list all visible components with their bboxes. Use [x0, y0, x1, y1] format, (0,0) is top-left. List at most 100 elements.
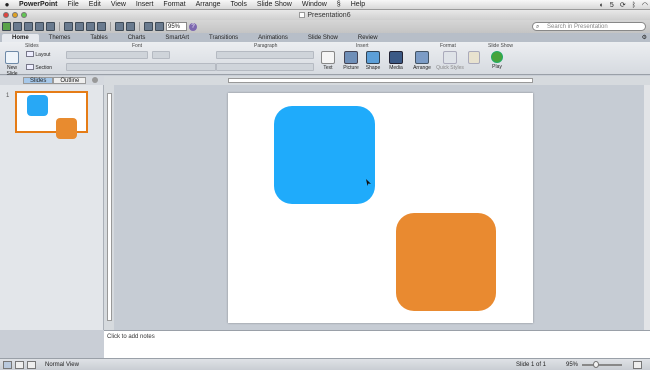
ruler-scale: [107, 93, 112, 321]
close-pane-icon[interactable]: [92, 77, 98, 83]
text-box-icon: [321, 51, 335, 64]
tab-smartart[interactable]: SmartArt: [155, 34, 199, 42]
menu-format[interactable]: Format: [158, 1, 190, 8]
insert-text-button[interactable]: Text: [318, 51, 338, 71]
insert-media-button[interactable]: Media: [386, 51, 406, 71]
tab-outline[interactable]: Outline: [53, 77, 87, 84]
thumbnail-blue-shape: [27, 95, 48, 116]
tab-slides[interactable]: Slides: [23, 77, 54, 84]
notes-pane[interactable]: Click to add notes: [104, 330, 650, 358]
sync-icon[interactable]: ⟳: [620, 1, 626, 9]
font-name-box[interactable]: [66, 51, 148, 59]
menubar-status-area: ◐ 5 ⟳ ᛒ ◠: [600, 0, 648, 10]
gallery-icon[interactable]: [144, 22, 153, 31]
document-icon: [299, 11, 306, 18]
paste-icon[interactable]: [86, 22, 95, 31]
fill-color-button[interactable]: [466, 51, 482, 65]
menu-window[interactable]: Window: [297, 1, 332, 8]
undo-icon[interactable]: [115, 22, 124, 31]
layout-button[interactable]: Layout: [26, 51, 50, 58]
play-button[interactable]: Play: [488, 51, 506, 70]
vertical-scrollbar[interactable]: [644, 85, 650, 330]
save-icon[interactable]: [35, 22, 44, 31]
templates-icon[interactable]: [13, 22, 22, 31]
tab-review[interactable]: Review: [348, 34, 388, 42]
tab-home[interactable]: Home: [2, 34, 39, 42]
search-icon: ⌕: [536, 24, 540, 30]
section-button[interactable]: Section: [26, 64, 52, 71]
font-style-buttons[interactable]: [66, 63, 216, 71]
menu-app-name[interactable]: PowerPoint: [14, 1, 63, 8]
tab-charts[interactable]: Charts: [118, 34, 156, 42]
play-icon: [491, 51, 503, 63]
sidebar-toggle-icon[interactable]: [155, 22, 164, 31]
slide-show-view-button[interactable]: [27, 361, 36, 369]
new-presentation-icon[interactable]: [2, 22, 11, 31]
zoom-slider[interactable]: [582, 364, 622, 366]
vertical-ruler: [104, 85, 114, 330]
zoom-level: 95%: [566, 362, 579, 368]
toolbar-divider: [139, 22, 140, 31]
window-titlebar: Presentation6: [0, 10, 650, 20]
fit-to-window-button[interactable]: [633, 361, 642, 369]
slide[interactable]: [228, 93, 533, 323]
arrange-icon: [415, 51, 429, 64]
font-size-box[interactable]: [152, 51, 170, 59]
view-name: Normal View: [45, 362, 79, 368]
slide-thumbnail[interactable]: [15, 91, 88, 139]
tab-tables[interactable]: Tables: [80, 34, 117, 42]
toolbar-divider: [59, 22, 60, 31]
menubar: ● PowerPoint File Edit View Insert Forma…: [0, 0, 650, 10]
search-input[interactable]: ⌕ Search in Presentation: [532, 22, 646, 31]
tab-themes[interactable]: Themes: [39, 34, 81, 42]
normal-view-button[interactable]: [3, 361, 12, 369]
slide-sorter-button[interactable]: [15, 361, 24, 369]
redo-icon[interactable]: [126, 22, 135, 31]
wifi-icon[interactable]: ◠: [642, 1, 648, 9]
status-icon[interactable]: ◐: [600, 2, 604, 9]
help-icon[interactable]: ?: [189, 22, 197, 31]
menu-view[interactable]: View: [106, 1, 131, 8]
script-menu-icon[interactable]: §: [332, 1, 346, 8]
pane-tabs: Slides Outline: [0, 76, 104, 85]
print-icon[interactable]: [46, 22, 55, 31]
quick-styles-button[interactable]: Quick Styles: [436, 51, 464, 71]
layout-icon: [26, 51, 34, 57]
menu-arrange[interactable]: Arrange: [191, 1, 226, 8]
new-slide-button[interactable]: New Slide: [1, 51, 23, 77]
insert-shape-button[interactable]: Shape: [363, 51, 383, 71]
menu-help[interactable]: Help: [346, 1, 370, 8]
insert-picture-button[interactable]: Picture: [341, 51, 361, 71]
shape-icon: [366, 51, 380, 64]
copy-icon[interactable]: [75, 22, 84, 31]
paragraph-list-buttons[interactable]: [216, 51, 314, 59]
zoom-field[interactable]: 95%: [166, 22, 187, 31]
blue-rounded-rectangle[interactable]: [274, 106, 375, 204]
group-title-font: Font: [132, 43, 143, 49]
tab-transitions[interactable]: Transitions: [199, 34, 248, 42]
menu-tools[interactable]: Tools: [226, 1, 252, 8]
ribbon-options-icon[interactable]: ⚙: [642, 34, 647, 41]
cut-icon[interactable]: [64, 22, 73, 31]
status-bar: Normal View Slide 1 of 1 95%: [0, 358, 650, 370]
arrange-button[interactable]: Arrange: [411, 51, 433, 71]
apple-menu-icon[interactable]: ●: [0, 0, 14, 9]
bluetooth-icon[interactable]: ᛒ: [632, 2, 636, 9]
group-title-paragraph: Paragraph: [254, 43, 278, 49]
status-counter[interactable]: 5: [610, 2, 614, 9]
open-icon[interactable]: [24, 22, 33, 31]
tab-animations[interactable]: Animations: [248, 34, 298, 42]
menu-insert[interactable]: Insert: [131, 1, 159, 8]
orange-rounded-rectangle[interactable]: [396, 213, 496, 311]
ruler-scale: [228, 78, 533, 83]
paragraph-align-buttons[interactable]: [216, 63, 314, 71]
menu-file[interactable]: File: [63, 1, 84, 8]
fill-color-icon: [468, 51, 480, 64]
new-slide-icon: [5, 51, 19, 64]
format-painter-icon[interactable]: [97, 22, 106, 31]
zoom-slider-handle[interactable]: [593, 361, 599, 368]
menu-slide-show[interactable]: Slide Show: [252, 1, 297, 8]
menu-edit[interactable]: Edit: [84, 1, 106, 8]
tab-slide-show[interactable]: Slide Show: [298, 34, 348, 42]
horizontal-ruler: [104, 76, 650, 85]
